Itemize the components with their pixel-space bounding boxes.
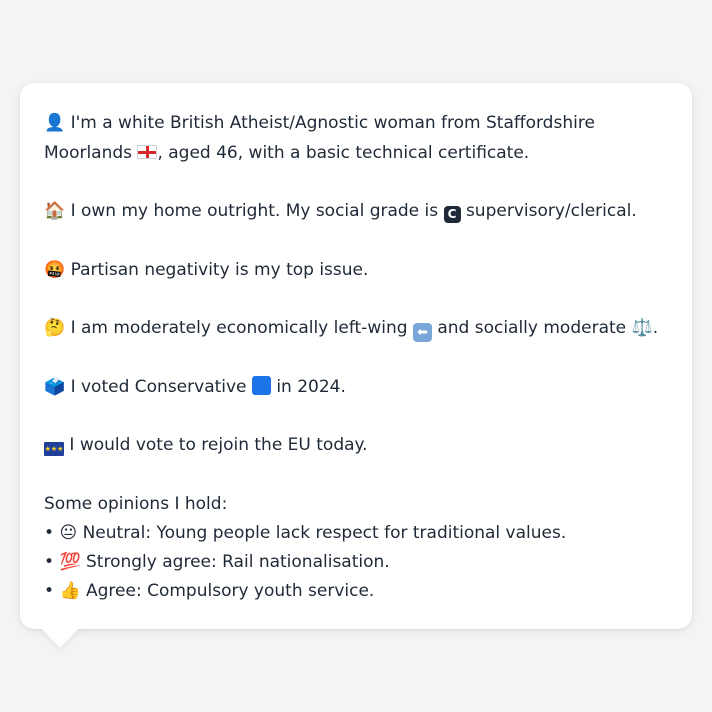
- bullet: •: [44, 523, 55, 543]
- list-item: • 😐 Neutral: Young people lack respect f…: [44, 519, 672, 548]
- bullet: •: [44, 552, 55, 572]
- list-item: • 💯 Strongly agree: Rail nationalisation…: [44, 548, 672, 577]
- vote-text-start: I voted Conservative: [70, 376, 247, 397]
- opinions-list: • 😐 Neutral: Young people lack respect f…: [44, 519, 672, 606]
- profile-eu-line: ★★★ I would vote to rejoin the EU today.: [44, 431, 672, 461]
- message-bubble: 👤 I'm a white British Atheist/Agnostic w…: [20, 83, 692, 629]
- angry-face-icon: 🤬: [44, 259, 66, 280]
- age-education-text: , aged 46, with a basic technical certif…: [157, 142, 530, 163]
- thumbs-up-icon: 👍: [59, 581, 81, 601]
- bullet: •: [44, 581, 55, 601]
- thinking-face-icon: 🤔: [44, 318, 66, 338]
- blue-square-icon: [251, 375, 271, 395]
- opinion-text: Strongly agree: Rail nationalisation.: [86, 552, 390, 572]
- vote-text-end: in 2024.: [276, 376, 346, 397]
- england-flag-icon: [137, 144, 158, 159]
- opinions-heading: Some opinions I hold:: [44, 493, 228, 514]
- top-issue-text: Partisan negativity is my top issue.: [70, 259, 369, 280]
- opinion-text: Neutral: Young people lack respect for t…: [82, 523, 567, 543]
- house-icon: 🏠: [44, 201, 66, 221]
- left-arrow-icon: ⬅: [412, 323, 432, 342]
- economic-ideology-text: I am moderately economically left-wing: [70, 318, 408, 338]
- profile-identity-line: 👤 I'm a white British Atheist/Agnostic w…: [44, 109, 672, 168]
- social-grade-text: supervisory/clerical.: [465, 201, 637, 221]
- eu-text: I would vote to rejoin the EU today.: [69, 435, 368, 455]
- opinion-text: Agree: Compulsory youth service.: [86, 581, 375, 601]
- neutral-face-icon: 😐: [59, 523, 78, 543]
- profile-home-line: 🏠 I own my home outright. My social grad…: [44, 197, 672, 227]
- bubble-tail: [40, 627, 80, 648]
- ideology-period: .: [652, 318, 659, 338]
- person-silhouette-icon: 👤: [44, 113, 66, 133]
- eu-flag-icon: ★★★: [44, 442, 64, 456]
- social-grade-c-icon: C: [443, 206, 461, 223]
- balance-scale-icon: ⚖️: [631, 318, 653, 338]
- profile-ideology-line: 🤔 I am moderately economically left-wing…: [44, 314, 672, 344]
- social-ideology-text: and socially moderate: [437, 318, 627, 338]
- profile-vote-line: 🗳️ I voted Conservative in 2024.: [44, 373, 672, 403]
- home-text: I own my home outright. My social grade …: [70, 201, 439, 221]
- list-item: • 👍 Agree: Compulsory youth service.: [44, 577, 672, 606]
- ballot-box-icon: 🗳️: [44, 376, 66, 397]
- profile-issue-line: 🤬 Partisan negativity is my top issue.: [44, 256, 672, 286]
- hundred-points-icon: 💯: [59, 552, 81, 572]
